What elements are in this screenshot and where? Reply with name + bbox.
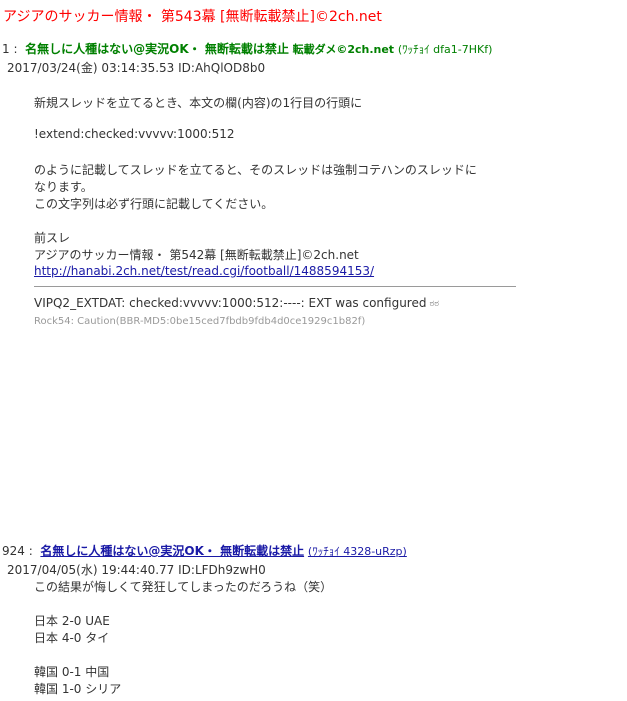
post-1-body-line: この文字列は必ず行頭に記載してください。	[34, 197, 274, 211]
post-1-date-id: 2017/03/24(金) 03:14:35.53 ID:AhQlOD8b0	[7, 61, 266, 75]
post-number: 924 :	[2, 544, 33, 558]
vipq-text: VIPQ2_EXTDAT: checked:vvvvv:1000:512:---…	[34, 296, 427, 310]
post-924-date-id: 2017/04/05(水) 19:44:40.77 ID:LFDh9zwH0	[7, 563, 266, 577]
post-number: 1 :	[2, 42, 18, 56]
post-924-body-line: 日本 2-0 UAE	[34, 614, 110, 628]
poster-name[interactable]: 名無しに人種はない@実況OK・ 無断転載は禁止	[40, 544, 304, 558]
post-924-body-line: 日本 4-0 タイ	[34, 631, 110, 645]
post-1-divider	[34, 286, 516, 287]
post-924-header: 924 : 名無しに人種はない@実況OK・ 無断転載は禁止 (ﾜｯﾁｮｲ 432…	[2, 542, 407, 559]
post-1-body-line: のように記載してスレッドを立てると、そのスレッドは強制コテハンのスレッドに	[34, 163, 477, 177]
post-1-body-line: 前スレ	[34, 231, 71, 245]
poster-trip[interactable]: (ﾜｯﾁｮｲ 4328-uRzp)	[308, 545, 407, 558]
poster-name: 名無しに人種はない@実況OK・ 無断転載は禁止	[25, 42, 289, 56]
thread-title: アジアのサッカー情報・ 第543幕 [無断転載禁止]©2ch.net	[3, 9, 382, 25]
post-924-body-line: この結果が悔しくて発狂してしまったのだろうね（笑）	[34, 580, 333, 594]
eyes-icon: ಠಠ	[429, 299, 440, 309]
poster-name-suffix: 転載ダメ©2ch.net	[292, 43, 395, 56]
post-924-body-line: 韓国 1-0 シリア	[34, 682, 122, 696]
post-1-header: 1 : 名無しに人種はない@実況OK・ 無断転載は禁止 転載ダメ©2ch.net…	[2, 40, 492, 57]
post-1-body-line: 新規スレッドを立てるとき、本文の欄(内容)の1行目の行頭に	[34, 96, 363, 110]
poster-trip: (ﾜｯﾁｮｲ dfa1-7HKf)	[397, 43, 493, 56]
post-924-body-line: 韓国 0-1 中国	[34, 665, 110, 679]
rock54-caution: Rock54: Caution(BBR-MD5:0be15ced7fbdb9fd…	[34, 316, 366, 327]
post-1-body-line: アジアのサッカー情報・ 第542幕 [無断転載禁止]©2ch.net	[34, 248, 359, 262]
post-1-body-line: なります。	[34, 180, 93, 194]
previous-thread-link[interactable]: http://hanabi.2ch.net/test/read.cgi/foot…	[34, 264, 374, 278]
vipq-status: VIPQ2_EXTDAT: checked:vvvvv:1000:512:---…	[34, 296, 439, 310]
post-1-body-line: !extend:checked:vvvvv:1000:512	[34, 127, 235, 141]
previous-thread-url[interactable]: http://hanabi.2ch.net/test/read.cgi/foot…	[34, 264, 374, 278]
